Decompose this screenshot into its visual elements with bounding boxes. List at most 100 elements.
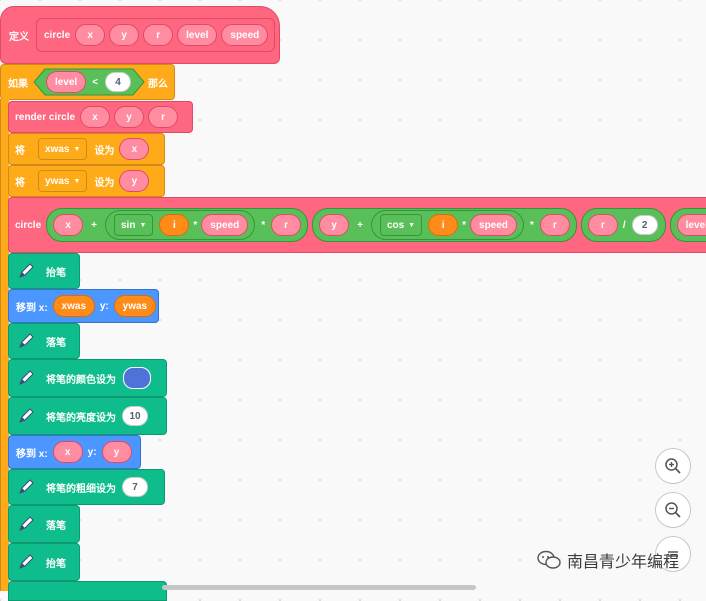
- to-label: 设为: [94, 145, 115, 157]
- pen-icon: [15, 513, 37, 535]
- define-block[interactable]: 定义 circle x y r level speed: [0, 6, 280, 64]
- zoom-out-button[interactable]: [655, 492, 691, 528]
- brightness-value[interactable]: 10: [122, 406, 148, 426]
- render-circle-block[interactable]: render circle x y r: [8, 101, 193, 133]
- watermark: 南昌青少年编程: [537, 548, 679, 572]
- level-reporter[interactable]: level: [45, 71, 87, 93]
- pen-icon: [15, 476, 37, 498]
- circle-call-block[interactable]: circle x + sin ▼ i * speed * r y + cos ▼ i…: [8, 197, 706, 253]
- render-arg-r[interactable]: r: [148, 106, 179, 128]
- fn-name: cos: [386, 219, 405, 231]
- if-label: 如果: [8, 78, 28, 90]
- goto-block[interactable]: 移到 x: x y: y: [8, 435, 141, 469]
- wechat-icon: [537, 550, 561, 569]
- param-level[interactable]: level: [177, 24, 218, 46]
- define-name: circle: [44, 29, 71, 41]
- pen-up-label: 抬笔: [46, 558, 66, 570]
- arg-r[interactable]: r: [271, 214, 302, 236]
- pen-up-label: 抬笔: [46, 267, 66, 279]
- goto-x[interactable]: x: [52, 441, 83, 463]
- param-r[interactable]: r: [143, 24, 174, 46]
- level-limit[interactable]: 4: [105, 72, 132, 92]
- goto-block[interactable]: 移到 x: xwas y: ywas: [8, 289, 159, 323]
- var-name: xwas: [45, 143, 70, 155]
- set-ywas-block[interactable]: 将 ywas ▼ 设为 y: [8, 165, 165, 197]
- goto-y-label: y:: [99, 300, 109, 312]
- goto-y-label: y:: [87, 446, 97, 458]
- arg-r[interactable]: r: [539, 214, 570, 236]
- var-i[interactable]: i: [428, 214, 459, 236]
- set-pen-brightness-block[interactable]: 将笔的亮度设为 10: [8, 397, 167, 435]
- pen-brightness-label: 将笔的亮度设为: [46, 412, 116, 424]
- arg-y[interactable]: y: [319, 214, 350, 236]
- multiply-op: *: [261, 219, 266, 231]
- y-multiply-expression[interactable]: cos ▼ i * speed: [370, 210, 524, 240]
- var-dropdown-ywas[interactable]: ywas ▼: [38, 170, 88, 192]
- goto-label: 移到 x:: [16, 448, 48, 460]
- param-speed[interactable]: speed: [221, 24, 269, 46]
- plus-op: +: [91, 219, 97, 231]
- param-x[interactable]: x: [75, 24, 106, 46]
- goto-y-ywas[interactable]: ywas: [113, 295, 156, 317]
- goto-y[interactable]: y: [101, 441, 132, 463]
- pen-size-label: 将笔的粗细设为: [46, 483, 116, 495]
- arg-speed[interactable]: speed: [201, 214, 249, 236]
- to-label: 设为: [94, 177, 115, 189]
- color-swatch[interactable]: [123, 367, 151, 389]
- render-label: render circle: [15, 111, 76, 123]
- zoom-in-button[interactable]: [655, 448, 691, 484]
- set-xwas-block[interactable]: 将 xwas ▼ 设为 x: [8, 133, 165, 165]
- goto-x-xwas[interactable]: xwas: [52, 295, 95, 317]
- pen-icon: [15, 367, 37, 389]
- render-arg-x[interactable]: x: [80, 106, 111, 128]
- set-pen-color-block[interactable]: 将笔的颜色设为: [8, 359, 167, 397]
- arg-x[interactable]: x: [53, 214, 84, 236]
- multiply-op: *: [193, 219, 198, 231]
- var-dropdown-xwas[interactable]: xwas ▼: [38, 138, 88, 160]
- pen-color-label: 将笔的颜色设为: [46, 374, 116, 386]
- pen-size-value[interactable]: 7: [122, 477, 148, 497]
- pen-icon: [15, 405, 37, 427]
- condition-block[interactable]: level < 4: [33, 68, 145, 96]
- set-value-y[interactable]: y: [119, 170, 150, 192]
- pen-down-label: 落笔: [46, 337, 66, 349]
- y-plus-expression[interactable]: y + cos ▼ i * speed * r: [312, 208, 577, 242]
- divisor[interactable]: 2: [631, 215, 658, 235]
- param-y[interactable]: y: [109, 24, 140, 46]
- pen-up-block[interactable]: 抬笔: [8, 253, 80, 289]
- x-multiply-expression[interactable]: sin ▼ i * speed: [104, 210, 256, 240]
- pen-up-block[interactable]: 抬笔: [8, 543, 80, 581]
- pen-down-block[interactable]: 落笔: [8, 323, 80, 359]
- set-label: 将: [15, 177, 25, 189]
- arg-r[interactable]: r: [587, 214, 618, 236]
- if-block[interactable]: 如果 level < 4 那么: [0, 64, 175, 100]
- define-label: 定义: [9, 31, 29, 43]
- zoom-in-icon: [665, 458, 681, 474]
- less-than-op: <: [92, 76, 99, 88]
- sin-dropdown[interactable]: sin ▼: [113, 214, 154, 236]
- level-expression[interactable]: level: [669, 208, 706, 242]
- set-pen-size-block[interactable]: 将笔的粗细设为 7: [8, 469, 165, 505]
- plus-op: +: [357, 219, 363, 231]
- arg-level[interactable]: level: [676, 214, 706, 236]
- chevron-down-icon: ▼: [139, 221, 147, 229]
- render-arg-y[interactable]: y: [114, 106, 145, 128]
- then-label: 那么: [148, 78, 168, 90]
- arg-speed[interactable]: speed: [470, 214, 517, 236]
- horizontal-scrollbar[interactable]: [162, 585, 476, 590]
- pen-down-block[interactable]: 落笔: [8, 505, 80, 543]
- partial-pen-block[interactable]: [8, 581, 167, 601]
- watermark-text: 南昌青少年编程: [567, 552, 680, 571]
- fn-name: sin: [120, 219, 136, 231]
- goto-label: 移到 x:: [16, 302, 48, 314]
- var-name: ywas: [45, 175, 70, 187]
- cos-dropdown[interactable]: cos ▼: [379, 214, 423, 236]
- set-label: 将: [15, 145, 25, 157]
- r-divide-expression[interactable]: r / 2: [580, 208, 666, 242]
- pen-icon: [15, 551, 37, 573]
- x-plus-expression[interactable]: x + sin ▼ i * speed * r: [46, 208, 309, 242]
- pen-down-label: 落笔: [46, 520, 66, 532]
- zoom-out-icon: [665, 502, 681, 518]
- set-value-x[interactable]: x: [119, 138, 150, 160]
- var-i[interactable]: i: [159, 214, 190, 236]
